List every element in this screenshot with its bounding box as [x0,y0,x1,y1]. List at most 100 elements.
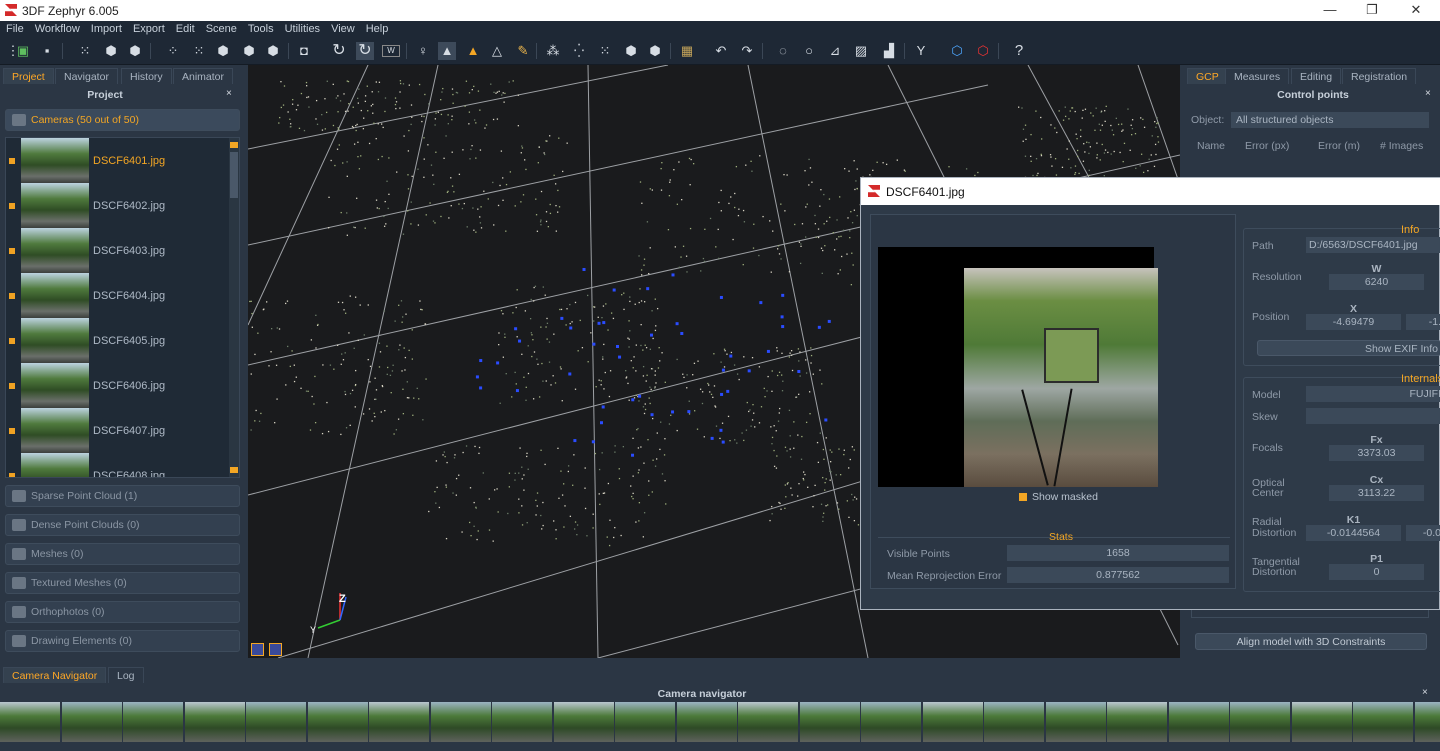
circle-icon[interactable]: ○ [800,42,818,60]
column-error-m[interactable]: Error (m) [1318,140,1360,152]
filmstrip-thumbnail[interactable] [1291,702,1352,742]
show-masked-checkbox[interactable] [1019,493,1027,501]
triangle-outline-icon[interactable]: △ [488,42,506,60]
column-name[interactable]: Name [1197,140,1225,152]
list-item[interactable]: DSCF6403.jpg [6,228,228,273]
filmstrip-thumbnail[interactable] [369,702,429,742]
points-select-icon[interactable]: ⁙ [190,42,208,60]
hatch-icon[interactable]: ▨ [852,42,870,60]
scroll-up-icon[interactable] [230,142,238,148]
menu-export[interactable]: Export [127,21,170,35]
scroll-down-icon[interactable] [230,467,238,473]
filmstrip-thumbnail[interactable] [1045,702,1106,742]
filmstrip-thumbnail[interactable] [1353,702,1413,742]
camera-filmstrip[interactable] [0,658,1440,751]
filmstrip-thumbnail[interactable] [615,702,675,742]
list-item[interactable]: DSCF6402.jpg [6,183,228,228]
dense-clouds-section-button[interactable]: Dense Point Clouds (0) [5,514,240,536]
scatter-2-icon[interactable]: ⁙ [596,42,614,60]
maximize-button[interactable]: ❐ [1352,2,1392,18]
mesh-icon[interactable]: ⬢ [126,42,144,60]
lasso-icon[interactable]: ◌ [774,42,792,60]
wrench-icon[interactable]: Y [912,42,930,60]
filmstrip-thumbnail[interactable] [307,702,368,742]
object-select[interactable]: All structured objects [1231,112,1429,128]
filmstrip-thumbnail[interactable] [1230,702,1290,742]
menu-scene[interactable]: Scene [200,21,242,35]
column-images[interactable]: # Images [1380,140,1423,152]
orthophotos-section-button[interactable]: Orthophotos (0) [5,601,240,623]
triangle-icon[interactable]: ▲ [438,42,456,60]
list-item[interactable]: DSCF6406.jpg [6,363,228,408]
cube-3-icon[interactable]: ⬢ [264,42,282,60]
orbit-icon[interactable]: ↻ [356,42,374,60]
column-error-px[interactable]: Error (px) [1245,140,1289,152]
filmstrip-thumbnail[interactable] [492,702,552,742]
scatter-icon[interactable]: ⁛ [570,42,588,60]
rotate-icon[interactable]: ↻ [330,42,348,60]
tab-navigator[interactable]: Navigator [55,68,118,84]
filmstrip-thumbnail[interactable] [1107,702,1167,742]
cameras-section-button[interactable]: Cameras (50 out of 50) [5,109,240,131]
help-icon[interactable]: ? [1010,42,1028,60]
menu-help[interactable]: Help [360,21,394,35]
filmstrip-thumbnail[interactable] [0,702,60,742]
scrollbar[interactable] [229,138,239,477]
redo-icon[interactable]: ↷ [738,42,756,60]
list-item[interactable]: DSCF6401.jpg [6,138,228,183]
tab-registration[interactable]: Registration [1342,68,1417,84]
rock-icon[interactable]: ▟ [880,42,898,60]
filmstrip-thumbnail[interactable] [676,702,737,742]
menu-workflow[interactable]: Workflow [29,21,85,35]
view-mode-icon[interactable] [269,643,282,656]
edit-mode-icon[interactable] [251,643,264,656]
undo-icon[interactable]: ↶ [712,42,730,60]
dialog-title-bar[interactable]: DSCF6401.jpg [861,178,1440,205]
menu-utilities[interactable]: Utilities [279,21,325,35]
list-item[interactable]: DSCF6408.jpg [6,453,228,477]
sparse-cloud-icon[interactable]: ⁙ [76,42,94,60]
tab-animator[interactable]: Animator [173,68,234,84]
menu-import[interactable]: Import [85,21,127,35]
tab-history[interactable]: History [121,68,172,84]
close-button[interactable]: ✕ [1396,2,1436,18]
filmstrip-thumbnail[interactable] [553,702,614,742]
cube-2-icon[interactable]: ⬢ [240,42,258,60]
wasd-icon[interactable]: W [382,45,400,57]
list-item[interactable]: DSCF6404.jpg [6,273,228,318]
tab-gcp[interactable]: GCP [1187,68,1228,84]
new-project-icon[interactable]: ▣ [14,42,32,60]
box-2-icon[interactable]: ⬢ [646,42,664,60]
project-close-icon[interactable]: × [226,88,232,99]
ruler-icon[interactable]: ⊿ [826,42,844,60]
cube-icon[interactable]: ⬢ [214,42,232,60]
filmstrip-thumbnail[interactable] [1414,702,1440,742]
filmstrip-thumbnail[interactable] [123,702,183,742]
bbox-icon[interactable]: ▦ [678,42,696,60]
image-preview[interactable] [878,247,1158,487]
meshes-section-button[interactable]: Meshes (0) [5,543,240,565]
cube-blue-icon[interactable]: ⬡ [948,42,966,60]
list-item[interactable]: DSCF6407.jpg [6,408,228,453]
cube-red-icon[interactable]: ⬡ [974,42,992,60]
filmstrip-thumbnail[interactable] [984,702,1044,742]
tab-measures[interactable]: Measures [1225,68,1290,84]
brush-icon[interactable]: ✎ [514,42,532,60]
filmstrip-thumbnail[interactable] [738,702,798,742]
camera-icon[interactable]: ◘ [295,42,313,60]
menu-file[interactable]: File [0,21,29,35]
filmstrip-thumbnail[interactable] [861,702,921,742]
camera-list[interactable]: DSCF6401.jpg DSCF6402.jpg DSCF6403.jpg D… [5,137,240,478]
filmstrip-thumbnail[interactable] [922,702,983,742]
drawing-elements-section-button[interactable]: Drawing Elements (0) [5,630,240,652]
list-item[interactable]: DSCF6405.jpg [6,318,228,363]
show-exif-button[interactable]: Show EXIF Info [1257,340,1440,356]
dense-cloud-icon[interactable]: ⬢ [102,42,120,60]
sparse-cloud-section-button[interactable]: Sparse Point Cloud (1) [5,485,240,507]
filmstrip-thumbnail[interactable] [246,702,306,742]
light-icon[interactable]: ♀ [414,42,432,60]
save-icon[interactable]: ▪ [38,42,56,60]
textured-meshes-section-button[interactable]: Textured Meshes (0) [5,572,240,594]
scrollbar-thumb[interactable] [230,152,238,198]
select-points-icon[interactable]: ⁂ [544,42,562,60]
